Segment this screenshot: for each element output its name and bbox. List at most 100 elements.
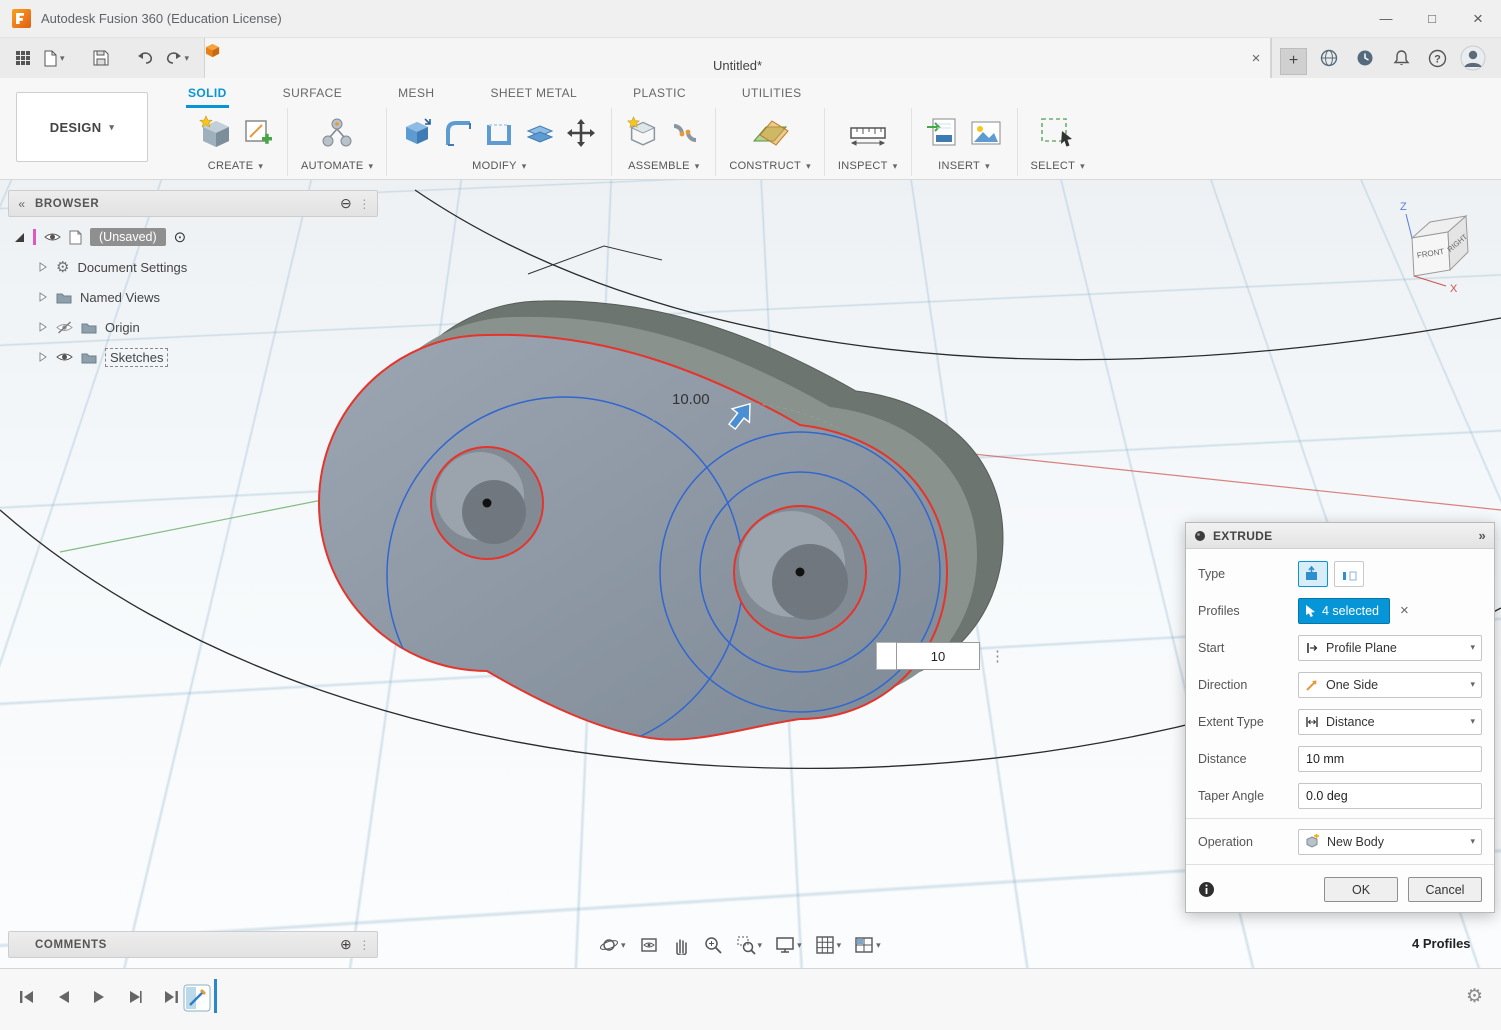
viewport-canvas[interactable]: 10.00 ⋮ Z FRONT RIGHT X « BROWSER ⊖ ⋮	[0, 180, 1501, 968]
group-label-insert[interactable]: INSERT	[938, 160, 980, 172]
activate-component-icon[interactable]: ⊙	[174, 228, 187, 246]
browser-item-named-views[interactable]: Named Views	[14, 282, 344, 312]
file-menu-button[interactable]: ▾	[38, 43, 70, 73]
taper-angle-field[interactable]	[1298, 783, 1482, 809]
browser-panel-header[interactable]: « BROWSER ⊖ ⋮	[8, 190, 378, 217]
dimension-grip-icon[interactable]: ⋮	[990, 647, 1004, 665]
workspace-selector[interactable]: DESIGN ▾	[16, 92, 148, 162]
tab-surface[interactable]: SURFACE	[281, 82, 344, 108]
timeline-position-marker[interactable]	[214, 979, 217, 1013]
new-solid-icon[interactable]	[197, 114, 235, 152]
maximize-button[interactable]: □	[1409, 0, 1455, 37]
expand-caret-icon[interactable]	[38, 352, 48, 362]
save-button[interactable]	[86, 43, 116, 73]
visibility-eye-icon[interactable]	[56, 351, 73, 363]
notifications-button[interactable]	[1387, 44, 1415, 72]
redo-button[interactable]: ▾	[160, 43, 195, 73]
group-label-construct[interactable]: CONSTRUCT	[729, 160, 801, 172]
expand-caret-icon[interactable]	[38, 262, 48, 272]
group-label-create[interactable]: CREATE	[208, 160, 254, 172]
undo-button[interactable]	[130, 43, 160, 73]
history-button[interactable]	[1351, 44, 1379, 72]
collapse-browser-icon[interactable]: «	[9, 197, 35, 211]
close-button[interactable]: ×	[1455, 0, 1501, 37]
group-label-assemble[interactable]: ASSEMBLE	[628, 160, 690, 172]
expand-caret-icon[interactable]	[38, 292, 48, 302]
tab-plastic[interactable]: PLASTIC	[631, 82, 688, 108]
step-back-button[interactable]	[52, 986, 74, 1008]
operation-select[interactable]: New Body ▾	[1298, 829, 1482, 855]
visibility-eye-icon[interactable]	[44, 231, 61, 243]
cancel-button[interactable]: Cancel	[1408, 877, 1482, 902]
job-status-button[interactable]	[1315, 44, 1343, 72]
timeline-settings-gear-icon[interactable]: ⚙	[1466, 985, 1483, 1008]
dialog-expand-icon[interactable]: »	[1478, 528, 1486, 543]
group-label-inspect[interactable]: INSPECT	[838, 160, 888, 172]
extent-type-select[interactable]: Distance ▾	[1298, 709, 1482, 735]
comments-expand-icon[interactable]: ⊕	[340, 936, 352, 953]
insert-svg-icon[interactable]	[925, 115, 961, 151]
browser-root-row[interactable]: (Unsaved) ⊙	[14, 222, 344, 252]
group-label-modify[interactable]: MODIFY	[472, 160, 517, 172]
fillet-icon[interactable]	[441, 116, 475, 150]
orbit-button[interactable]: ▾	[597, 932, 628, 958]
create-sketch-icon[interactable]	[242, 117, 274, 149]
step-forward-button[interactable]	[124, 986, 146, 1008]
go-to-start-button[interactable]	[16, 986, 38, 1008]
user-avatar[interactable]	[1459, 44, 1487, 72]
comments-grip-icon[interactable]: ⋮	[358, 938, 371, 952]
look-at-button[interactable]	[637, 932, 661, 958]
group-label-select[interactable]: SELECT	[1031, 160, 1076, 172]
zoom-button[interactable]	[701, 932, 725, 958]
joint-icon[interactable]	[668, 116, 702, 150]
tab-sheet-metal[interactable]: SHEET METAL	[488, 82, 579, 108]
app-grid-button[interactable]	[8, 43, 38, 73]
extrude-type-solid-button[interactable]	[1298, 561, 1328, 587]
comments-panel-header[interactable]: COMMENTS ⊕ ⋮	[8, 931, 378, 958]
decal-icon[interactable]	[968, 115, 1004, 151]
ok-button[interactable]: OK	[1324, 877, 1398, 902]
clear-selection-icon[interactable]: ×	[1400, 602, 1409, 619]
go-to-end-button[interactable]	[160, 986, 182, 1008]
tab-close-button[interactable]: ×	[1242, 50, 1270, 67]
select-icon[interactable]	[1038, 115, 1078, 151]
press-pull-icon[interactable]	[400, 116, 434, 150]
automate-icon[interactable]	[318, 114, 356, 152]
viewports-button[interactable]: ▾	[852, 932, 883, 958]
browser-grip-icon[interactable]: ⋮	[358, 197, 371, 211]
new-tab-button[interactable]: +	[1280, 48, 1307, 75]
sketch-feature-icon[interactable]	[182, 983, 212, 1013]
browser-item-sketches[interactable]: Sketches	[14, 342, 344, 372]
browser-minimize-icon[interactable]: ⊖	[340, 195, 352, 212]
tab-mesh[interactable]: MESH	[396, 82, 436, 108]
pan-button[interactable]	[670, 932, 692, 958]
dimension-input-handle[interactable]	[876, 642, 896, 670]
move-copy-icon[interactable]	[564, 116, 598, 150]
extrude-type-thin-button[interactable]	[1334, 561, 1364, 587]
display-settings-button[interactable]: ▾	[773, 932, 804, 958]
extrude-dialog-titlebar[interactable]: EXTRUDE »	[1186, 523, 1494, 549]
left-hole[interactable]	[431, 447, 543, 559]
expand-caret-icon[interactable]	[38, 322, 48, 332]
visibility-off-eye-icon[interactable]	[56, 321, 73, 334]
browser-item-document-settings[interactable]: ⚙ Document Settings	[14, 252, 344, 282]
group-label-automate[interactable]: AUTOMATE	[301, 160, 364, 172]
left-hole-center-point[interactable]	[483, 499, 492, 508]
tab-solid[interactable]: SOLID	[186, 82, 229, 108]
measure-icon[interactable]	[848, 116, 888, 150]
info-icon[interactable]	[1198, 881, 1215, 898]
distance-value-input[interactable]	[896, 642, 980, 670]
combine-icon[interactable]	[523, 116, 557, 150]
root-document-label[interactable]: (Unsaved)	[90, 228, 166, 246]
browser-item-origin[interactable]: Origin	[14, 312, 344, 342]
grid-snap-button[interactable]: ▾	[813, 932, 844, 958]
profiles-selected-button[interactable]: 4 selected	[1298, 598, 1390, 624]
distance-field[interactable]	[1298, 746, 1482, 772]
document-tab[interactable]: Untitled* ×	[205, 38, 1271, 78]
right-hole[interactable]	[734, 506, 866, 638]
right-hole-center-point[interactable]	[796, 568, 805, 577]
tab-utilities[interactable]: UTILITIES	[740, 82, 804, 108]
minimize-button[interactable]: —	[1363, 0, 1409, 37]
construction-plane-icon[interactable]	[750, 115, 790, 151]
zoom-window-button[interactable]: ▾	[734, 932, 765, 958]
